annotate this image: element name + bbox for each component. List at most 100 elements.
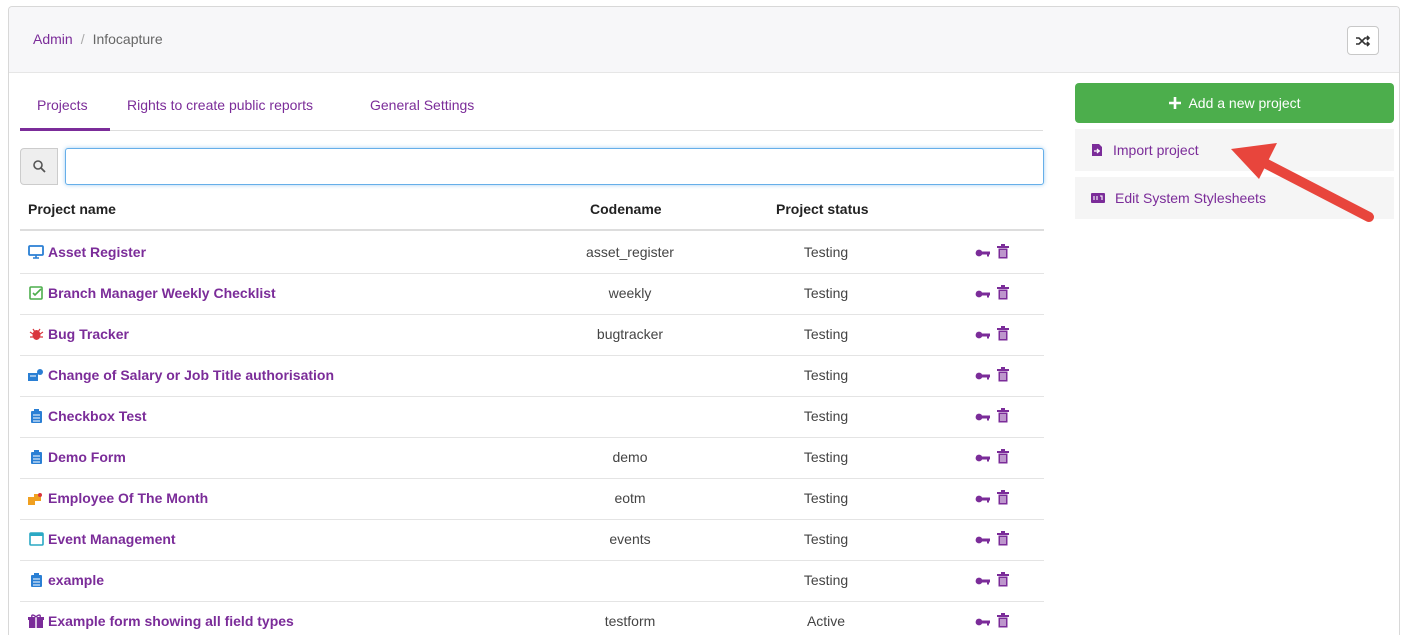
shuffle-button[interactable] [1347, 26, 1379, 55]
table-row: Example form showing all field types test… [20, 602, 1044, 635]
search-icon [32, 160, 46, 173]
project-name-text: Asset Register [48, 244, 147, 260]
project-status: Testing [803, 449, 849, 465]
project-name-text: Change of Salary or Job Title authorisat… [48, 367, 335, 383]
trash-icon[interactable] [997, 285, 1009, 303]
table-row: Checkbox Test Testing [20, 397, 1044, 438]
table-row: Change of Salary or Job Title authorisat… [20, 356, 1044, 397]
tab-projects[interactable]: Projects [37, 97, 88, 113]
table-row: Demo Form demo Testing [20, 438, 1044, 479]
row-actions [975, 449, 1009, 467]
trash-icon[interactable] [997, 367, 1009, 385]
key-icon[interactable] [975, 450, 991, 466]
trash-icon[interactable] [997, 531, 1009, 549]
project-status: Testing [803, 490, 849, 506]
form-icon [28, 408, 44, 424]
header-project-status: Project status [776, 201, 869, 217]
add-project-button[interactable]: Add a new project [1075, 83, 1394, 123]
project-name-text: Event Management [48, 531, 176, 547]
breadcrumb-separator: / [80, 31, 85, 47]
table-header: Project name Codename Project status [20, 195, 1044, 231]
trash-icon[interactable] [997, 490, 1009, 508]
project-name-text: Example form showing all field types [48, 613, 294, 629]
project-name-link[interactable]: Example form showing all field types [28, 613, 294, 629]
project-name-link[interactable]: example [28, 572, 104, 588]
key-icon[interactable] [975, 327, 991, 343]
award-icon [28, 490, 44, 506]
project-name-text: Checkbox Test [48, 408, 147, 424]
project-name-text: Bug Tracker [48, 326, 129, 342]
project-codename: asset_register [586, 244, 674, 260]
trash-icon[interactable] [997, 408, 1009, 426]
checklist-icon [28, 285, 44, 301]
project-name-text: example [48, 572, 105, 588]
project-codename: events [609, 531, 651, 547]
key-icon[interactable] [975, 286, 991, 302]
row-actions [975, 490, 1009, 508]
project-name-link[interactable]: Branch Manager Weekly Checklist [28, 285, 276, 301]
bug-icon [28, 326, 44, 342]
row-actions [975, 285, 1009, 303]
project-name-link[interactable]: Demo Form [28, 449, 126, 465]
key-icon[interactable] [975, 573, 991, 589]
key-icon[interactable] [975, 491, 991, 507]
project-status: Testing [803, 244, 849, 260]
project-name-link[interactable]: Change of Salary or Job Title authorisat… [28, 367, 334, 383]
project-status: Testing [803, 531, 849, 547]
breadcrumb: Admin / Infocapture [33, 31, 163, 47]
project-status: Testing [803, 285, 849, 301]
key-icon[interactable] [975, 614, 991, 630]
project-status: Testing [803, 326, 849, 342]
project-name-link[interactable]: Event Management [28, 531, 176, 547]
table-row: Branch Manager Weekly Checklist weekly Tes… [20, 274, 1044, 315]
key-icon[interactable] [975, 245, 991, 261]
project-codename: weekly [608, 285, 652, 301]
project-name-link[interactable]: Checkbox Test [28, 408, 147, 424]
row-actions [975, 613, 1009, 631]
trash-icon[interactable] [997, 572, 1009, 590]
table-row: Asset Register asset_register Testing [20, 233, 1044, 274]
css-icon [1091, 193, 1105, 203]
row-actions [975, 408, 1009, 426]
search-addon [20, 148, 58, 185]
project-name-link[interactable]: Asset Register [28, 244, 146, 260]
header-project-name: Project name [28, 201, 116, 217]
table-row: Event Management events Testing [20, 520, 1044, 561]
app-frame: Admin / Infocapture Projects Rights to cre… [8, 6, 1400, 635]
tab-general-settings[interactable]: General Settings [370, 97, 474, 113]
key-icon[interactable] [975, 409, 991, 425]
import-project-label: Import project [1113, 142, 1199, 158]
form-icon [28, 572, 44, 588]
trash-icon[interactable] [997, 613, 1009, 631]
trash-icon[interactable] [997, 449, 1009, 467]
search-group [20, 148, 1044, 185]
search-input[interactable] [65, 148, 1044, 185]
project-name-text: Employee Of The Month [48, 490, 209, 506]
breadcrumb-current: Infocapture [92, 31, 163, 47]
project-codename: eotm [614, 490, 646, 506]
row-actions [975, 572, 1009, 590]
key-icon[interactable] [975, 368, 991, 384]
key-icon[interactable] [975, 532, 991, 548]
project-name-text: Branch Manager Weekly Checklist [48, 285, 276, 301]
shuffle-icon [1356, 34, 1371, 47]
monitor-icon [28, 244, 44, 260]
add-project-label: Add a new project [1188, 95, 1301, 111]
trash-icon[interactable] [997, 326, 1009, 344]
header-bar: Admin / Infocapture [9, 7, 1399, 73]
calendar-icon [28, 531, 44, 547]
project-status: Testing [803, 408, 849, 424]
project-codename: demo [612, 449, 648, 465]
table-row: Employee Of The Month eotm Testing [20, 479, 1044, 520]
project-status: Testing [803, 572, 849, 588]
trash-icon[interactable] [997, 244, 1009, 262]
annotation-arrow [1231, 143, 1374, 222]
row-actions [975, 326, 1009, 344]
project-status: Active [806, 613, 846, 629]
project-name-link[interactable]: Bug Tracker [28, 326, 129, 342]
project-name-link[interactable]: Employee Of The Month [28, 490, 208, 506]
table-row: Bug Tracker bugtracker Testing [20, 315, 1044, 356]
tab-rights-public-reports[interactable]: Rights to create public reports [127, 97, 313, 113]
row-actions [975, 367, 1009, 385]
breadcrumb-admin-link[interactable]: Admin [33, 31, 73, 47]
